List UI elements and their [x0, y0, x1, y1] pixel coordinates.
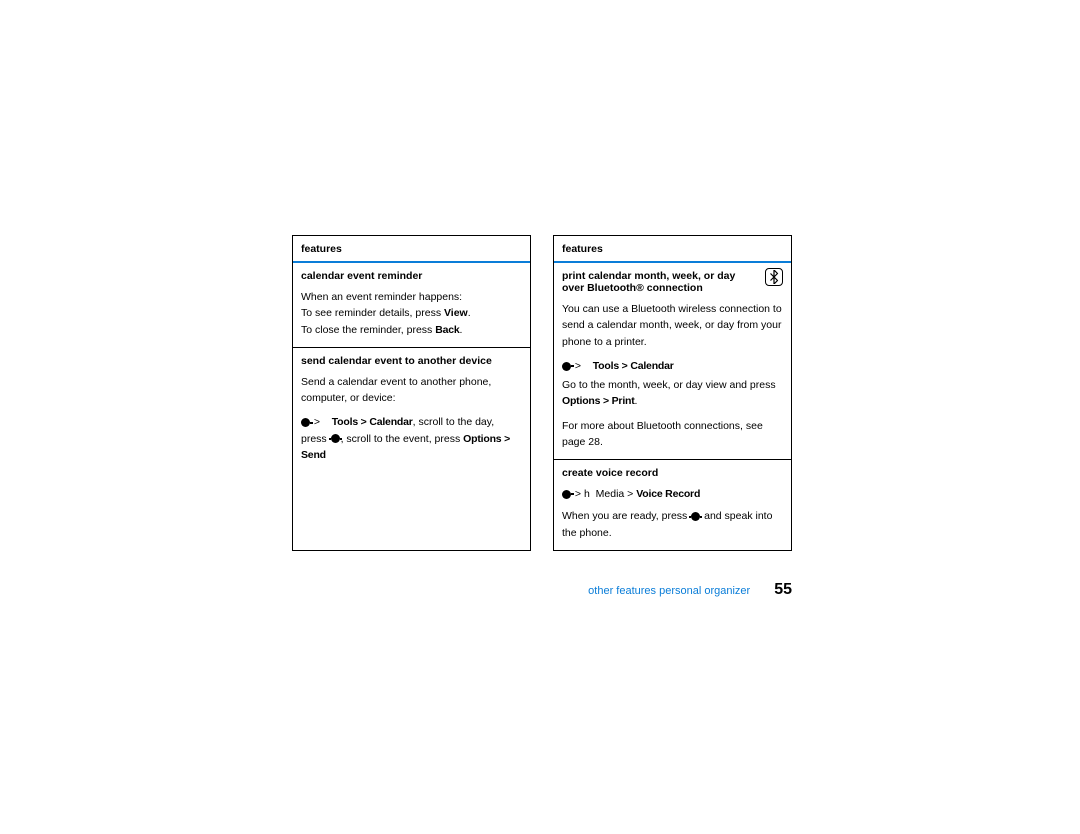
- center-key-icon: [331, 434, 340, 443]
- feature-title: send calendar event to another device: [301, 355, 522, 367]
- intro-text: You can use a Bluetooth wireless connect…: [562, 301, 783, 350]
- nav-path: Tools > Calendar: [593, 360, 674, 372]
- feature-title: create voice record: [562, 467, 783, 479]
- intro-text: Send a calendar event to another phone, …: [301, 374, 522, 407]
- feature-body: You can use a Bluetooth wireless connect…: [562, 301, 783, 450]
- two-column-layout: features calendar event reminder When an…: [292, 235, 792, 551]
- nav-media: Media: [596, 488, 625, 500]
- key-label: View: [444, 307, 468, 319]
- line: When an event reminder happens:: [301, 291, 462, 303]
- line-prefix: To see reminder details, press: [301, 307, 444, 319]
- nav-path: Tools > Calendar: [332, 416, 413, 428]
- feature-body: > h Media > Voice Record When you are re…: [562, 486, 783, 541]
- right-column-header: features: [554, 236, 791, 263]
- feature-title: calendar event reminder: [301, 270, 522, 282]
- feature-create-voice-record: create voice record > h Media > Voice Re…: [554, 460, 791, 550]
- nav-text: , scroll to the event, press: [341, 433, 464, 445]
- line-prefix: To close the reminder, press: [301, 324, 435, 336]
- line-suffix: .: [460, 324, 463, 336]
- feature-title: print calendar month, week, or day over …: [562, 270, 783, 294]
- center-key-icon: [691, 512, 700, 521]
- title-text: send calendar event to another device: [301, 355, 492, 367]
- menu-key-icon: [301, 418, 310, 427]
- feature-calendar-event-reminder: calendar event reminder When an event re…: [293, 263, 530, 348]
- page-number: 55: [774, 581, 792, 599]
- mid-suffix: .: [635, 395, 638, 407]
- bluetooth-badge-icon: [765, 268, 783, 286]
- manual-page: features calendar event reminder When an…: [292, 235, 792, 599]
- right-column: features print calendar month, week, or …: [553, 235, 792, 551]
- left-column-header: features: [293, 236, 530, 263]
- title-text: calendar event reminder: [301, 270, 422, 282]
- feature-send-calendar-event: send calendar event to another device Se…: [293, 348, 530, 472]
- title-text: create voice record: [562, 467, 658, 479]
- feature-body: When an event reminder happens: To see r…: [301, 289, 522, 338]
- line-suffix: .: [468, 307, 471, 319]
- feature-body: Send a calendar event to another phone, …: [301, 374, 522, 463]
- key-label: Back: [435, 324, 459, 336]
- title-text: print calendar month, week, or day over …: [562, 270, 759, 294]
- page-footer: other features personal organizer 55: [292, 581, 792, 599]
- outro-text: For more about Bluetooth connections, se…: [562, 418, 783, 451]
- mid-text: Go to the month, week, or day view and p…: [562, 379, 776, 391]
- menu-key-icon: [562, 490, 571, 499]
- nav-voice-record: Voice Record: [636, 488, 700, 500]
- nav-h: h: [584, 488, 590, 500]
- nav-gt: >: [624, 488, 636, 500]
- nav-path: Options > Print: [562, 395, 635, 407]
- footer-section-label: other features personal organizer: [588, 585, 750, 597]
- feature-print-calendar-bluetooth: print calendar month, week, or day over …: [554, 263, 791, 460]
- menu-key-icon: [562, 362, 571, 371]
- body-prefix: When you are ready, press: [562, 510, 690, 522]
- left-column: features calendar event reminder When an…: [292, 235, 531, 551]
